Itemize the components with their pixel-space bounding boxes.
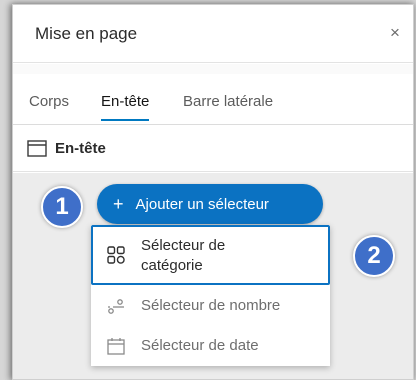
menu-item-number-selector[interactable]: Sélecteur de nombre: [91, 286, 330, 326]
header-divider: [13, 64, 413, 74]
section-title: En-tête: [55, 140, 106, 157]
section-header-row: En-tête: [13, 126, 413, 172]
date-selector-label: Sélecteur de date: [141, 337, 259, 354]
callout-badge-1: 1: [41, 186, 83, 228]
header-layout-icon: [27, 140, 47, 157]
menu-item-category-selector[interactable]: Sélecteur de catégorie: [91, 225, 330, 285]
add-selector-button[interactable]: + Ajouter un sélecteur: [97, 184, 323, 224]
number-selector-label: Sélecteur de nombre: [141, 297, 281, 314]
category-selector-label-line2: catégorie: [141, 257, 203, 274]
tab-en-tete[interactable]: En-tête: [101, 93, 150, 121]
number-slider-icon: [105, 295, 127, 317]
calendar-icon: [105, 335, 127, 357]
tab-corps[interactable]: Corps: [29, 93, 69, 119]
menu-item-date-selector[interactable]: Sélecteur de date: [91, 326, 330, 366]
tab-bar: Corps En-tête Barre latérale: [13, 75, 413, 125]
panel-title: Mise en page: [35, 23, 138, 43]
callout-badge-2: 2: [353, 235, 395, 277]
add-selector-label: Ajouter un sélecteur: [135, 195, 269, 213]
tab-barre-laterale[interactable]: Barre latérale: [183, 93, 273, 119]
category-selector-label-line1: Sélecteur de: [141, 237, 226, 254]
category-grid-icon: [105, 244, 127, 266]
category-selector-label: Sélecteur de catégorie: [141, 236, 225, 276]
plus-icon: +: [113, 194, 124, 214]
close-icon[interactable]: ×: [385, 23, 405, 43]
panel-header: Mise en page ×: [13, 5, 413, 63]
selector-dropdown-menu: Sélecteur de catégorie Sélecteur de nomb…: [91, 225, 330, 366]
